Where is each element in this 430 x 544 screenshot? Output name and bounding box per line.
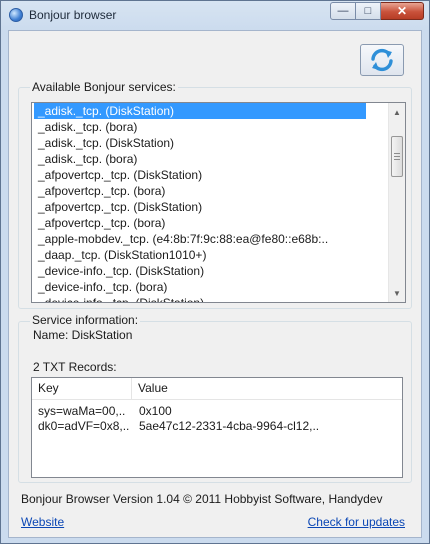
column-header-value[interactable]: Value — [132, 378, 402, 399]
list-item[interactable]: _adisk._tcp. (bora) — [32, 119, 388, 135]
scroll-thumb[interactable] — [391, 136, 403, 177]
list-item[interactable]: _device-info._tcp. (DiskStation) — [32, 295, 388, 302]
minimize-button[interactable]: — — [330, 2, 356, 20]
list-item[interactable]: _apple-mobdev._tcp. (e4:8b:7f:9c:88:ea@f… — [32, 231, 388, 247]
services-label: Available Bonjour services: — [30, 80, 178, 94]
close-button[interactable]: ✕ — [381, 2, 424, 20]
column-header-key[interactable]: Key — [32, 378, 132, 399]
service-info-label: Service information: — [30, 313, 141, 327]
refresh-icon — [371, 48, 393, 72]
client-area: Available Bonjour services: _adisk._tcp.… — [8, 30, 422, 538]
check-updates-link[interactable]: Check for updates — [308, 515, 405, 529]
table-row[interactable]: sys=waMa=00,.. 0x100 — [32, 404, 402, 419]
table-row[interactable]: dk0=adVF=0x8,.. 5ae47c12-2331-4cba-9964-… — [32, 419, 402, 434]
maximize-button[interactable]: □ — [356, 2, 381, 20]
services-list: _adisk._tcp. (DiskStation) _adisk._tcp. (… — [32, 103, 388, 302]
version-text: Bonjour Browser Version 1.04 © 2011 Hobb… — [21, 492, 383, 506]
caption-buttons: — □ ✕ — [330, 2, 424, 21]
title-bar[interactable]: Bonjour browser — □ ✕ — [1, 1, 429, 30]
txt-records-table[interactable]: Key Value sys=waMa=00,.. 0x100 dk0=adVF=… — [31, 377, 403, 478]
list-item[interactable]: _afpovertcp._tcp. (bora) — [32, 215, 388, 231]
services-listbox[interactable]: _adisk._tcp. (DiskStation) _adisk._tcp. (… — [31, 102, 406, 303]
list-item[interactable]: _afpovertcp._tcp. (bora) — [32, 183, 388, 199]
list-item[interactable]: _adisk._tcp. (DiskStation) — [32, 135, 388, 151]
service-name: Name: DiskStation — [33, 328, 133, 342]
list-item[interactable]: _adisk._tcp. (bora) — [32, 151, 388, 167]
list-item[interactable]: _afpovertcp._tcp. (DiskStation) — [32, 199, 388, 215]
txt-table-header: Key Value — [32, 378, 402, 400]
txt-value-cell: 5ae47c12-2331-4cba-9964-cl12,.. — [139, 419, 320, 433]
website-link[interactable]: Website — [21, 515, 64, 529]
txt-records-title: 2 TXT Records: — [33, 360, 117, 374]
txt-value-cell: 0x100 — [139, 404, 172, 418]
bonjour-browser-window: Bonjour browser — □ ✕ Available Bonjour … — [0, 0, 430, 544]
bonjour-app-icon — [9, 8, 23, 22]
list-item[interactable]: _afpovertcp._tcp. (DiskStation) — [32, 167, 388, 183]
list-item[interactable]: _adisk._tcp. (DiskStation) — [34, 103, 366, 119]
services-scrollbar[interactable]: ▲ ▼ — [388, 103, 405, 302]
refresh-button[interactable] — [360, 44, 404, 76]
txt-key-cell: dk0=adVF=0x8,.. — [38, 419, 130, 433]
scroll-down-icon[interactable]: ▼ — [389, 285, 405, 301]
list-item[interactable]: _device-info._tcp. (bora) — [32, 279, 388, 295]
list-item[interactable]: _daap._tcp. (DiskStation1010+) — [32, 247, 388, 263]
txt-key-cell: sys=waMa=00,.. — [38, 404, 126, 418]
scroll-up-icon[interactable]: ▲ — [389, 104, 405, 120]
list-item[interactable]: _device-info._tcp. (DiskStation) — [32, 263, 388, 279]
window-title: Bonjour browser — [29, 8, 117, 22]
